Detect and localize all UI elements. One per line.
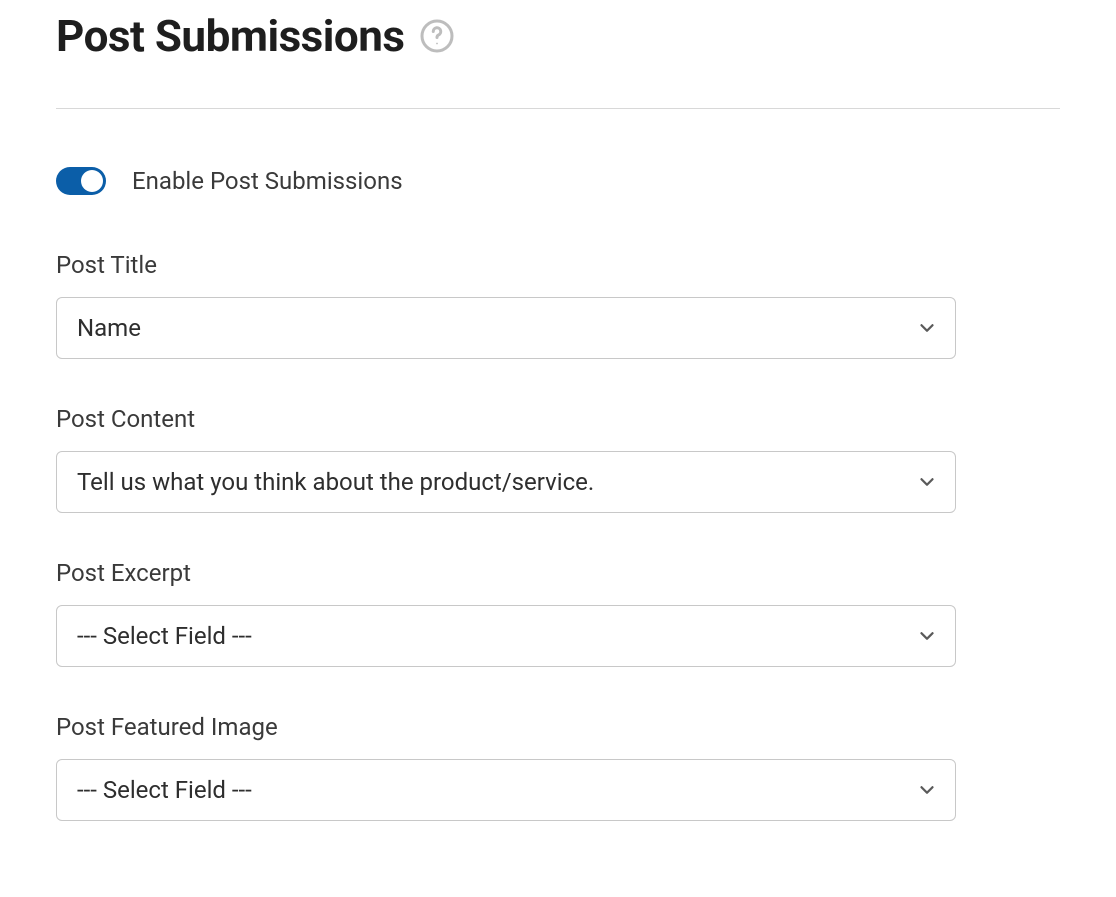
post-featured-image-label: Post Featured Image xyxy=(56,713,1060,741)
page-title: Post Submissions xyxy=(56,10,405,62)
help-icon[interactable] xyxy=(419,18,455,54)
enable-toggle-label: Enable Post Submissions xyxy=(132,167,403,195)
post-excerpt-select[interactable]: --- Select Field --- xyxy=(56,605,956,667)
enable-toggle-row: Enable Post Submissions xyxy=(56,167,1060,195)
post-title-select[interactable]: Name xyxy=(56,297,956,359)
post-featured-image-select[interactable]: --- Select Field --- xyxy=(56,759,956,821)
page-header: Post Submissions xyxy=(56,10,1060,62)
post-content-select[interactable]: Tell us what you think about the product… xyxy=(56,451,956,513)
toggle-knob xyxy=(81,170,103,192)
post-excerpt-field: Post Excerpt --- Select Field --- xyxy=(56,559,1060,667)
post-content-field: Post Content Tell us what you think abou… xyxy=(56,405,1060,513)
enable-post-submissions-toggle[interactable] xyxy=(56,167,106,195)
post-featured-image-field: Post Featured Image --- Select Field --- xyxy=(56,713,1060,821)
divider xyxy=(56,108,1060,109)
post-title-field: Post Title Name xyxy=(56,251,1060,359)
post-excerpt-label: Post Excerpt xyxy=(56,559,1060,587)
post-content-label: Post Content xyxy=(56,405,1060,433)
post-title-label: Post Title xyxy=(56,251,1060,279)
